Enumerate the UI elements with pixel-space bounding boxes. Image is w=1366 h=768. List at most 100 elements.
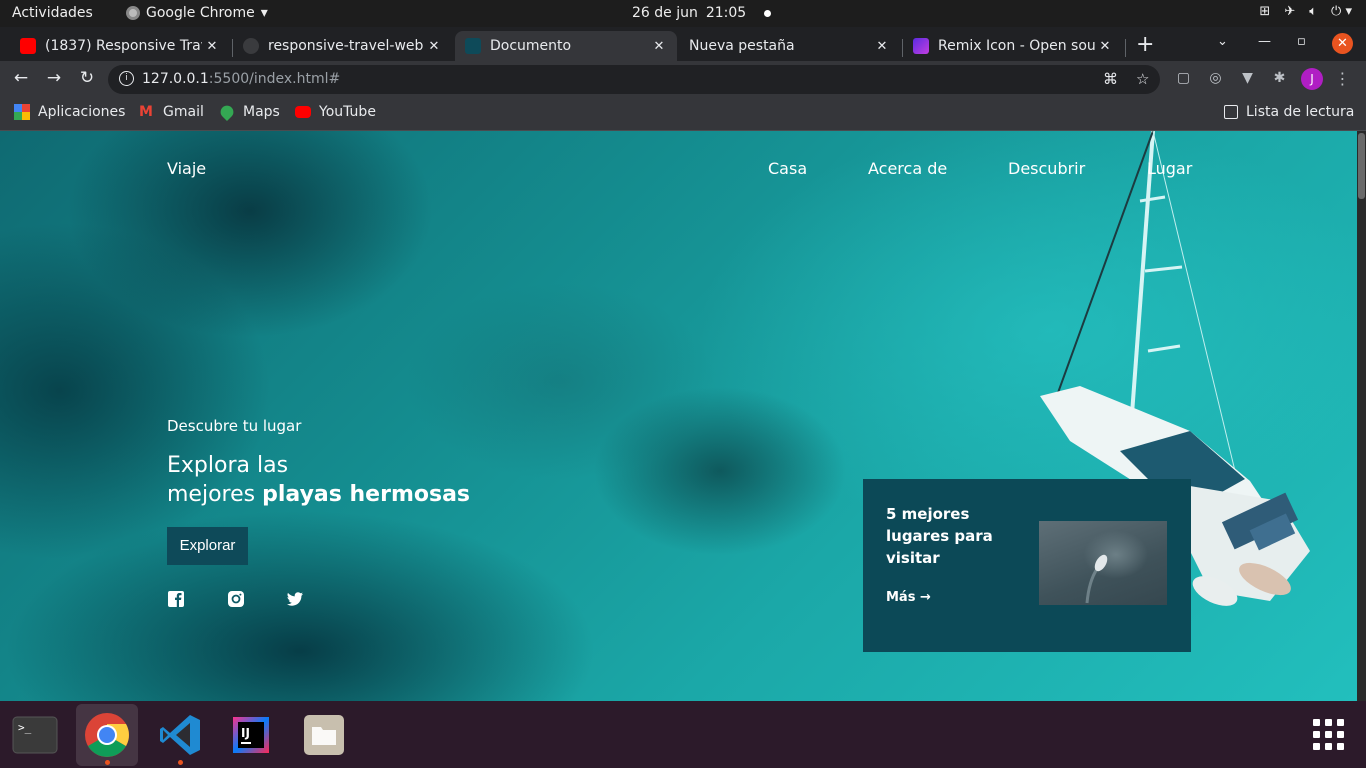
files-app[interactable] xyxy=(293,704,355,766)
facebook-icon[interactable] xyxy=(167,590,185,608)
card-title: 5 mejores lugares para visitar xyxy=(886,505,993,567)
forward-icon[interactable]: → xyxy=(43,68,65,88)
close-tab-icon[interactable]: ✕ xyxy=(649,39,669,54)
maps-pin-icon xyxy=(217,102,237,122)
translate-icon[interactable]: ⌘ xyxy=(1103,70,1118,88)
reading-list-icon xyxy=(1224,105,1238,119)
site-logo[interactable]: Viaje xyxy=(167,159,206,178)
tab-title: Documento xyxy=(490,38,572,54)
extension-icon[interactable]: ◎ xyxy=(1207,70,1224,87)
files-folder-icon xyxy=(304,715,344,755)
gmail-icon: M xyxy=(139,104,153,120)
svg-text:IJ: IJ xyxy=(241,726,250,740)
vscode-app[interactable] xyxy=(149,704,211,766)
bookmark-star-icon[interactable]: ☆ xyxy=(1136,70,1149,88)
chrome-small-icon xyxy=(126,6,140,20)
bookmark-label: YouTube xyxy=(319,104,376,120)
nav-link-casa[interactable]: Casa xyxy=(768,159,807,178)
system-top-bar: Actividades Google Chrome ▾ 26 de jun 21… xyxy=(0,0,1366,27)
close-tab-icon[interactable]: ✕ xyxy=(424,39,444,54)
tab-documento[interactable]: Documento ✕ xyxy=(455,31,677,61)
url-text: 127.0.0.1:5500/index.html# xyxy=(142,71,340,87)
close-window-button[interactable]: ✕ xyxy=(1332,33,1353,54)
site-header: Viaje Casa Acerca de Descubrir Lugar xyxy=(0,131,1357,203)
url-path: :5500/index.html# xyxy=(208,71,341,87)
vscode-icon xyxy=(160,715,200,755)
tab-divider xyxy=(1125,39,1126,57)
explore-button[interactable]: Explorar xyxy=(167,527,248,565)
boat-wake-image xyxy=(1085,554,1108,604)
reading-list-button[interactable]: Lista de lectura xyxy=(1224,104,1354,120)
card-more-link[interactable]: Más → xyxy=(886,590,931,605)
arrow-right-icon: → xyxy=(919,590,931,605)
ubuntu-dock: >_ IJ xyxy=(0,701,1366,768)
tab-search-icon[interactable]: ⌄ xyxy=(1217,34,1228,49)
back-icon[interactable]: ← xyxy=(10,68,32,88)
page-viewport: Viaje Casa Acerca de Descubrir Lugar Des… xyxy=(0,131,1357,701)
reload-icon[interactable]: ↻ xyxy=(76,68,98,88)
running-indicator xyxy=(105,760,110,765)
card-more-label: Más xyxy=(886,590,916,605)
power-icon: ⏻ ▾ xyxy=(1331,4,1352,19)
minimize-icon[interactable]: — xyxy=(1258,34,1271,49)
tab-title: (1837) Responsive Travel xyxy=(45,38,202,54)
scrollbar-thumb[interactable] xyxy=(1358,133,1365,199)
tab-github[interactable]: responsive-travel-webs ✕ xyxy=(233,31,452,61)
twitter-icon[interactable] xyxy=(286,590,304,608)
tab-strip: (1837) Responsive Travel ✕ responsive-tr… xyxy=(0,27,1366,61)
url-host: 127.0.0.1 xyxy=(142,71,209,87)
hero-title: Explora las mejores playas hermosas xyxy=(167,451,470,509)
menu-kebab-icon[interactable]: ⋮ xyxy=(1334,70,1351,87)
profile-avatar[interactable]: J xyxy=(1301,68,1323,90)
time-label: 21:05 xyxy=(705,5,747,21)
clock[interactable]: 26 de jun 21:05 xyxy=(632,5,772,21)
date-label: 26 de jun xyxy=(632,5,698,21)
app-menu[interactable]: Google Chrome ▾ xyxy=(126,5,268,21)
extensions-puzzle-icon[interactable]: ✱ xyxy=(1271,70,1288,87)
system-tray[interactable]: ⊞ ✈ 🔈︎ ⏻ ▾ xyxy=(1259,4,1352,19)
vue-devtools-icon[interactable]: ▼ xyxy=(1239,70,1256,87)
hero-subtitle: Descubre tu lugar xyxy=(167,417,302,435)
maximize-icon[interactable]: ▫ xyxy=(1297,34,1306,49)
close-tab-icon[interactable]: ✕ xyxy=(202,39,222,54)
bookmark-gmail[interactable]: M Gmail xyxy=(139,104,204,120)
site-icon xyxy=(465,38,481,54)
network-icon: ⊞ xyxy=(1259,4,1271,19)
bookmark-maps[interactable]: Maps xyxy=(217,102,280,122)
bookmark-apps[interactable]: Aplicaciones xyxy=(14,104,125,120)
bookmark-youtube[interactable]: YouTube xyxy=(295,104,376,120)
tab-youtube[interactable]: (1837) Responsive Travel ✕ xyxy=(2,31,230,61)
svg-text:>_: >_ xyxy=(18,721,32,734)
close-tab-icon[interactable]: ✕ xyxy=(872,39,892,54)
app-name: Google Chrome xyxy=(146,5,255,21)
reading-list-label: Lista de lectura xyxy=(1246,104,1355,120)
terminal-app[interactable]: >_ xyxy=(4,704,66,766)
bookmark-label: Gmail xyxy=(163,104,204,120)
chevron-down-icon: ▾ xyxy=(260,5,268,21)
address-bar[interactable]: i 127.0.0.1:5500/index.html# ⌘ ☆ xyxy=(108,65,1160,94)
youtube-icon xyxy=(295,106,311,118)
nav-link-lugar[interactable]: Lugar xyxy=(1147,159,1192,178)
nav-link-acerca[interactable]: Acerca de xyxy=(868,159,947,178)
bookmarks-bar: Aplicaciones M Gmail Maps YouTube Lista … xyxy=(0,97,1366,131)
tab-remix-icon[interactable]: Remix Icon - Open sour ✕ xyxy=(903,31,1123,61)
airplane-icon: ✈ xyxy=(1284,4,1296,19)
instagram-icon[interactable] xyxy=(227,590,245,608)
tab-title: Nueva pestaña xyxy=(689,38,795,54)
nav-link-descubrir[interactable]: Descubrir xyxy=(1008,159,1085,178)
volume-icon: 🔈︎ xyxy=(1309,4,1318,19)
page-scrollbar[interactable] xyxy=(1357,131,1366,701)
new-tab-button[interactable]: + xyxy=(1136,32,1154,57)
chrome-icon xyxy=(85,713,129,757)
extension-icon[interactable]: ▢ xyxy=(1175,70,1192,87)
activities-button[interactable]: Actividades xyxy=(12,5,93,21)
github-icon xyxy=(243,38,259,54)
chrome-app[interactable] xyxy=(76,704,138,766)
tab-new[interactable]: Nueva pestaña ✕ xyxy=(678,31,900,61)
show-applications-icon[interactable] xyxy=(1313,719,1345,751)
intellij-app[interactable]: IJ xyxy=(220,704,282,766)
site-info-icon[interactable]: i xyxy=(119,71,134,86)
places-card: 5 mejores lugares para visitar Más → xyxy=(863,479,1191,652)
close-tab-icon[interactable]: ✕ xyxy=(1095,39,1115,54)
running-indicator xyxy=(178,760,183,765)
